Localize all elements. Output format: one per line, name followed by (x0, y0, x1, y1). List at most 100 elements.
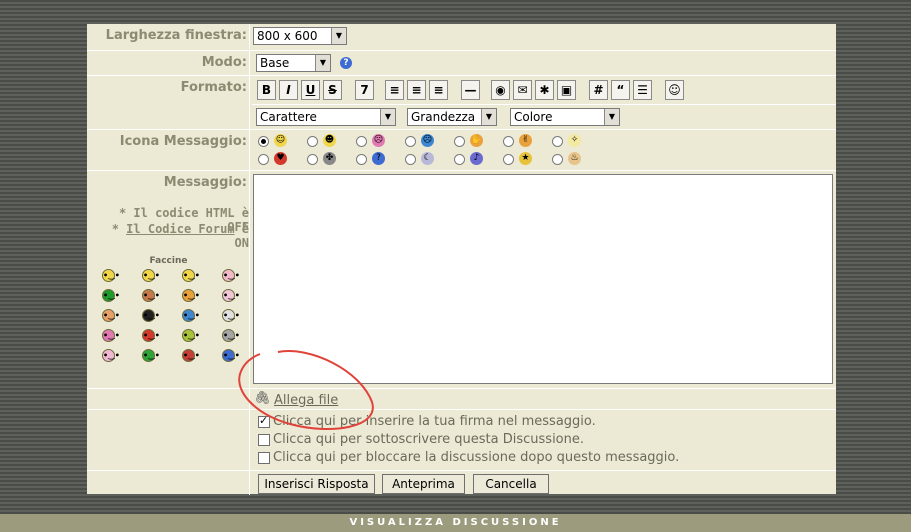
window-size-select[interactable]: 800 x 600 ▼ (253, 27, 347, 45)
cancel-button[interactable]: Cancella (473, 474, 549, 494)
sad-icon: ☹ (421, 134, 434, 147)
actions-label-cell (87, 471, 250, 495)
size-select[interactable]: Grandezza ▼ (407, 108, 497, 126)
italic-icon[interactable]: I (279, 80, 298, 100)
message-icon-radio[interactable] (258, 136, 269, 147)
window-size-row: Larghezza finestra: 800 x 600 ▼ (87, 24, 836, 49)
message-icon-radio[interactable] (552, 154, 563, 165)
smiley-face-icon[interactable]: •‿• (102, 269, 120, 282)
smiley-face-icon[interactable]: •‿• (182, 349, 200, 362)
message-icon-radio[interactable] (454, 154, 465, 165)
message-icon-radio[interactable] (405, 136, 416, 147)
star-icon: ★ (519, 152, 532, 165)
mode-value: Base (260, 56, 290, 70)
underline-icon[interactable]: U (301, 80, 320, 100)
ftp-link-icon[interactable]: ✱ (535, 80, 554, 100)
smiley-face-icon[interactable]: •‿• (222, 289, 240, 302)
bold-icon[interactable]: B (257, 80, 276, 100)
format-label: Formato: (87, 76, 250, 129)
red-annotation-circle (238, 350, 374, 430)
message-label: Messaggio: (163, 175, 247, 190)
message-icon-radio[interactable] (454, 136, 465, 147)
mode-row: Modo: Base ▼ ? (87, 50, 836, 75)
smiley-face-icon[interactable]: •‿• (222, 309, 240, 322)
smiley-face-icon[interactable]: •‿• (182, 289, 200, 302)
font-select-value: Carattere (260, 110, 317, 124)
lightbulb-icon: ✧ (568, 134, 581, 147)
music-note-icon: ♪ (470, 152, 483, 165)
message-icon-radio[interactable] (503, 154, 514, 165)
options-label-cell (87, 410, 250, 470)
submit-reply-button[interactable]: Inserisci Risposta (258, 474, 375, 494)
smiley-face-icon[interactable]: •‿• (102, 329, 120, 342)
message-icon-row: Icona Messaggio: ☺ ☻ ☹ ☹ ✋ ✌ ✧ ♥ ✤? ☾ ♪ ★ ♨ (87, 129, 836, 170)
forum-note-suffix: è ON (234, 222, 249, 250)
smiley-face-icon[interactable]: •‿• (182, 329, 200, 342)
message-icon-radio[interactable] (356, 154, 367, 165)
message-icon-radio[interactable] (258, 154, 269, 165)
superscript-icon[interactable]: 7 (355, 80, 374, 100)
color-select-value: Colore (514, 110, 553, 124)
forum-note-prefix: * (111, 222, 127, 236)
smiley-face-icon[interactable]: •‿• (182, 269, 200, 282)
message-icon-radio[interactable] (307, 136, 318, 147)
quote-icon[interactable]: “ (611, 80, 630, 100)
forum-code-link[interactable]: Il Codice Forum (126, 222, 234, 236)
font-select[interactable]: Carattere ▼ (256, 108, 396, 126)
help-icon[interactable]: ? (340, 57, 352, 69)
message-row: Messaggio: * Il codice HTML è OFF * Il C… (87, 170, 836, 388)
moon-icon: ☾ (421, 152, 434, 165)
image-icon[interactable]: ▣ (557, 80, 576, 100)
smiley-face-icon[interactable]: •‿• (102, 349, 120, 362)
thumbs-up-icon: ✌ (519, 134, 532, 147)
smiley-face-icon[interactable]: •‿• (102, 309, 120, 322)
heart-icon: ♥ (274, 152, 287, 165)
chevron-down-icon: ▼ (481, 109, 496, 125)
thumbs-down-icon: ✋ (470, 134, 483, 147)
attach-label-cell (87, 389, 250, 409)
align-center-icon[interactable]: ≡ (407, 80, 426, 100)
smiley-face-icon[interactable]: •‿• (102, 289, 120, 302)
view-discussion-link[interactable]: VISUALIZZA DISCUSSIONE (0, 517, 911, 528)
cake-icon: ♨ (568, 152, 581, 165)
message-icon-radio[interactable] (552, 136, 563, 147)
attach-row: 🖇 Allega file (87, 388, 836, 409)
option-label: Clicca qui per bloccare la discussione d… (273, 450, 680, 465)
smiley-face-icon[interactable]: •‿• (142, 269, 160, 282)
align-left-icon[interactable]: ≡ (385, 80, 404, 100)
smilies-grid: •‿• •‿• •‿• •‿• •‿• •‿• •‿• •‿• •‿• •‿• •‿• •‿• •‿• •… (87, 269, 250, 369)
smiley-face-icon[interactable]: •‿• (142, 349, 160, 362)
smiley-icon[interactable]: ☺ (665, 80, 684, 100)
globe-link-icon[interactable]: ◉ (491, 80, 510, 100)
forum-code-note: * Il Codice Forum è ON (95, 222, 249, 250)
smiley-face-icon[interactable]: •‿• (142, 329, 160, 342)
align-right-icon[interactable]: ≡ (429, 80, 448, 100)
message-icon-radio[interactable] (307, 154, 318, 165)
message-icon-radio[interactable] (405, 154, 416, 165)
chevron-down-icon: ▼ (331, 28, 346, 44)
smiley-face-icon[interactable]: •‿• (142, 289, 160, 302)
message-icon-radio[interactable] (356, 136, 367, 147)
strikethrough-icon[interactable]: S (323, 80, 342, 100)
mode-select[interactable]: Base ▼ (256, 54, 331, 72)
reply-form: Larghezza finestra: 800 x 600 ▼ Modo: Ba… (87, 24, 836, 495)
format-row: Formato: B I U S 7 ≡ ≡ ≡ — ◉ ✉ ✱ ▣ # “☰ ☺ Carattere ▼ G… (87, 75, 836, 129)
message-icon-radio[interactable] (503, 136, 514, 147)
horizontal-rule-icon[interactable]: — (461, 80, 480, 100)
actions-row: Inserisci Risposta Anteprima Cancella (87, 470, 836, 495)
message-label-cell: Messaggio: * Il codice HTML è OFF * Il C… (87, 171, 250, 388)
code-icon[interactable]: # (589, 80, 608, 100)
grin-icon: ☻ (323, 134, 336, 147)
chevron-down-icon: ▼ (315, 55, 330, 71)
option-checkbox[interactable] (258, 452, 270, 464)
smiley-face-icon[interactable]: •‿• (222, 269, 240, 282)
preview-button[interactable]: Anteprima (382, 474, 465, 494)
smiley-face-icon[interactable]: •‿• (182, 309, 200, 322)
smiley-face-icon[interactable]: •‿• (142, 309, 160, 322)
message-icon-label: Icona Messaggio: (87, 130, 250, 170)
question-icon: ? (372, 152, 385, 165)
list-icon[interactable]: ☰ (633, 80, 652, 100)
email-link-icon[interactable]: ✉ (513, 80, 532, 100)
color-select[interactable]: Colore ▼ (510, 108, 620, 126)
smiley-icon: ☺ (274, 134, 287, 147)
